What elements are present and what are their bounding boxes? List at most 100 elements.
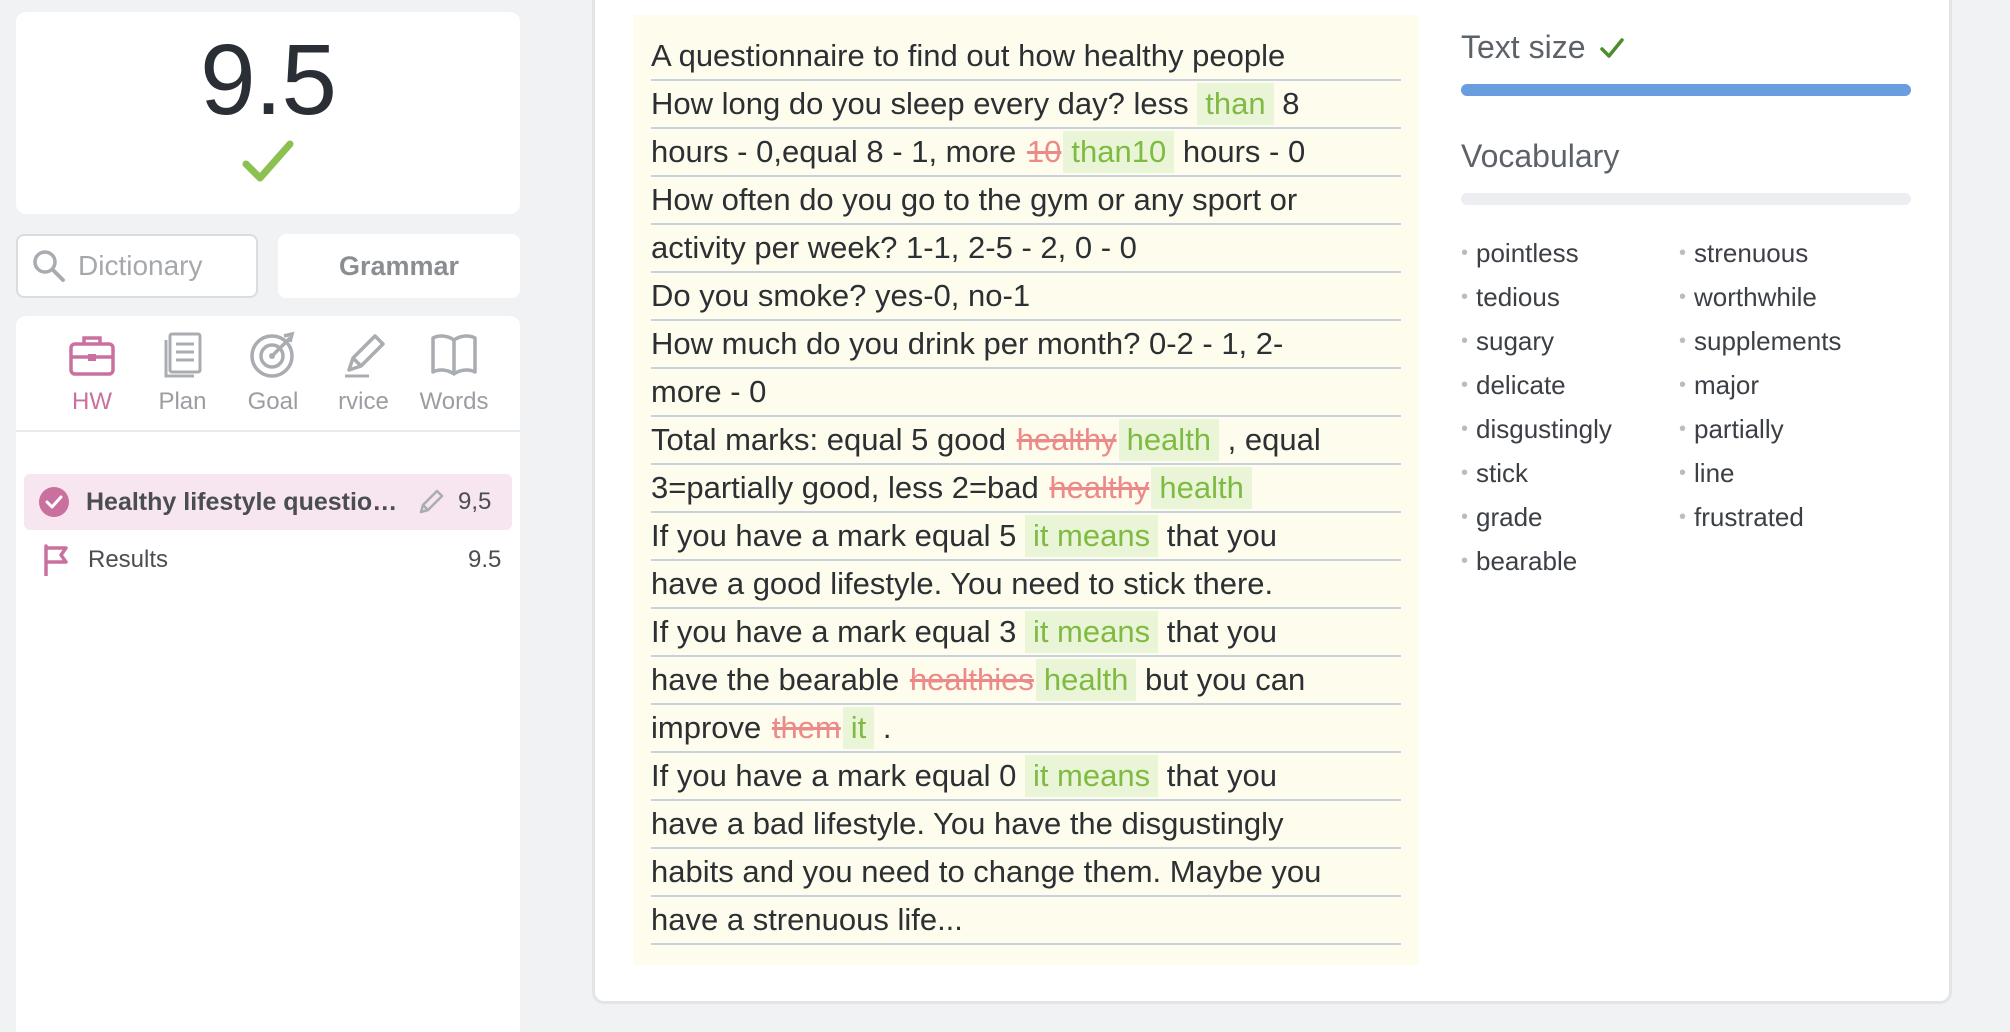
tab-hw[interactable]: HW <box>56 330 128 430</box>
vocabulary-item[interactable]: • sugary <box>1461 319 1679 363</box>
vocabulary-item[interactable]: • grade <box>1461 495 1679 539</box>
vocabulary-word: strenuous <box>1694 238 1809 268</box>
tab-words[interactable]: Words <box>418 330 490 430</box>
essay-line: If you have a mark equal 5 it means that… <box>651 513 1401 561</box>
essay-text-segment: 3=partially good, less 2=bad <box>651 470 1048 505</box>
document-stack-icon <box>164 332 201 378</box>
vocabulary-item[interactable]: • partially <box>1679 407 1897 451</box>
bullet-icon: • <box>1461 506 1469 528</box>
checkmark-icon <box>242 140 294 182</box>
correction-insert: it <box>842 707 875 749</box>
essay-text-segment: If you have a mark equal 3 <box>651 614 1025 649</box>
vocabulary-word: frustrated <box>1694 502 1804 532</box>
essay-line: If you have a mark equal 3 it means that… <box>651 609 1401 657</box>
vocabulary-item[interactable]: • bearable <box>1461 539 1679 583</box>
vocabulary-item[interactable]: • worthwhile <box>1679 275 1897 319</box>
check-circle-icon <box>39 487 69 517</box>
tab-service[interactable]: rvice <box>328 330 400 430</box>
essay-text[interactable]: A questionnaire to find out how healthy … <box>633 15 1419 965</box>
essay-line: improve them it . <box>651 705 1401 753</box>
tab-plan[interactable]: Plan <box>147 330 219 430</box>
book-icon <box>431 334 477 376</box>
essay-line: hours - 0,equal 8 - 1, more 10 than10 hou… <box>651 129 1401 177</box>
correction-delete: healthies <box>909 662 1034 697</box>
essay-line: How often do you go to the gym or any sp… <box>651 177 1401 225</box>
essay-line: A questionnaire to find out how healthy … <box>651 33 1401 81</box>
vocabulary-item[interactable]: • stick <box>1461 451 1679 495</box>
essay-text-segment: habits and you need to change them. Mayb… <box>651 854 1322 889</box>
vocabulary-word: worthwhile <box>1694 282 1817 312</box>
vocabulary-item[interactable]: • strenuous <box>1679 231 1897 275</box>
vocabulary-progress-bar <box>1461 193 1911 205</box>
essay-text-segment: How often do you go to the gym or any sp… <box>651 182 1298 217</box>
bullet-icon: • <box>1461 374 1469 396</box>
briefcase-icon <box>69 336 115 376</box>
bullet-icon: • <box>1679 418 1687 440</box>
vocabulary-item[interactable]: • disgustingly <box>1461 407 1679 451</box>
bullet-icon: • <box>1461 286 1469 308</box>
bullet-icon: • <box>1461 330 1469 352</box>
vocabulary-item[interactable]: • pointless <box>1461 231 1679 275</box>
correction-insert: it means <box>1024 611 1159 653</box>
correction-insert: it means <box>1024 755 1159 797</box>
grammar-button[interactable]: Grammar <box>278 234 520 298</box>
essay-text-segment: How much do you drink per month? 0-2 - 1… <box>651 326 1284 361</box>
essay-text-segment: activity per week? 1-1, 2-5 - 2, 0 - 0 <box>651 230 1137 265</box>
vocabulary-word: pointless <box>1476 238 1579 268</box>
side-panel: Text size Vocabulary • pointless • tedious •… <box>1461 29 1911 583</box>
vocabulary-word: partially <box>1694 414 1784 444</box>
bullet-icon: • <box>1679 506 1687 528</box>
vocabulary-word: supplements <box>1694 326 1842 356</box>
vocabulary-item[interactable]: • line <box>1679 451 1897 495</box>
vocabulary-word: major <box>1694 370 1760 400</box>
essay-text-segment: . <box>874 710 892 745</box>
vocabulary-word: stick <box>1476 458 1529 488</box>
vocabulary-item[interactable]: • supplements <box>1679 319 1897 363</box>
results-label: Results <box>88 546 169 573</box>
vocabulary-column: • strenuous • worthwhile • supplements • major •… <box>1679 231 1897 583</box>
tab-goal[interactable]: Goal <box>237 330 309 430</box>
dictionary-input[interactable] <box>78 250 248 282</box>
correction-insert: than10 <box>1063 131 1175 173</box>
essay-line: have a good lifestyle. You need to stick… <box>651 561 1401 609</box>
bullet-icon: • <box>1461 550 1469 572</box>
essay-line: habits and you need to change them. Mayb… <box>651 849 1401 897</box>
essay-text-segment: A questionnaire to find out how healthy … <box>651 38 1286 73</box>
vocabulary-item[interactable]: • frustrated <box>1679 495 1897 539</box>
essay-line: activity per week? 1-1, 2-5 - 2, 0 - 0 <box>651 225 1401 273</box>
search-icon <box>33 250 65 282</box>
bullet-icon: • <box>1461 418 1469 440</box>
vocabulary-item[interactable]: • major <box>1679 363 1897 407</box>
essay-text-segment: have a good lifestyle. You need to stick… <box>651 566 1274 601</box>
bullet-icon: • <box>1679 330 1687 352</box>
text-size-progress-bar <box>1461 84 1911 96</box>
correction-delete: 10 <box>1026 134 1062 169</box>
bullet-icon: • <box>1679 242 1687 264</box>
bullet-icon: • <box>1679 286 1687 308</box>
vocabulary-item[interactable]: • delicate <box>1461 363 1679 407</box>
vocabulary-word: sugary <box>1476 326 1555 356</box>
vocabulary-word: grade <box>1476 502 1543 532</box>
correction-insert: it means <box>1024 515 1159 557</box>
checkmark-icon <box>1600 37 1625 58</box>
score-value: 9.5 <box>199 24 337 136</box>
vocabulary-item[interactable]: • tedious <box>1461 275 1679 319</box>
essay-text-segment: more - 0 <box>651 374 767 409</box>
essay-line: have a strenuous life... <box>651 897 1401 945</box>
vocabulary-word: delicate <box>1476 370 1566 400</box>
essay-text-segment: that you <box>1158 518 1278 553</box>
edit-pencil-icon[interactable] <box>416 487 446 517</box>
tab-hw-label: HW <box>72 388 112 415</box>
vocabulary-column: • pointless • tedious • sugary • delicate • disgu… <box>1461 231 1679 583</box>
essay-line: more - 0 <box>651 369 1401 417</box>
correction-insert: than <box>1197 83 1274 125</box>
tab-service-label: rvice <box>338 388 389 415</box>
dictionary-search[interactable] <box>16 234 258 298</box>
vocabulary-list: • pointless • tedious • sugary • delicate • disgu… <box>1461 231 1911 583</box>
results-item[interactable]: Results 9.5 <box>24 534 512 586</box>
vocabulary-word: bearable <box>1476 546 1578 576</box>
lesson-item[interactable]: Healthy lifestyle question... 9,5 <box>24 474 512 530</box>
essay-text-segment: Do you smoke? yes-0, no-1 <box>651 278 1031 313</box>
vocabulary-label: Vocabulary <box>1461 138 1620 174</box>
essay-text-segment: improve <box>651 710 770 745</box>
